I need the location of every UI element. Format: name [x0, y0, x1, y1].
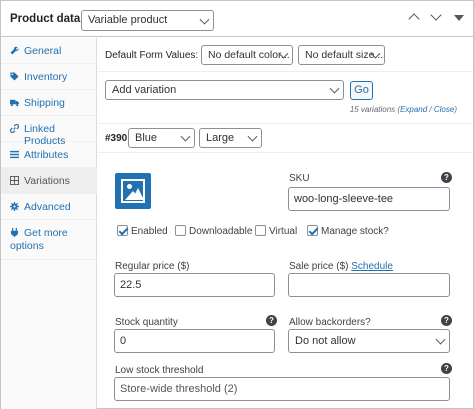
tab-linked-products[interactable]: Linked Products	[1, 116, 97, 147]
default-color-value: No default color...	[208, 49, 290, 61]
tab-variations[interactable]: Variations	[1, 168, 97, 194]
low-stock-help-icon[interactable]: ?	[441, 363, 452, 374]
default-size-select[interactable]: No default size...	[298, 45, 385, 65]
variation-header[interactable]: #390 Blue Large	[98, 123, 473, 153]
chevron-down-icon	[180, 131, 191, 142]
variation-size-select[interactable]: Large	[199, 128, 262, 148]
grid-icon	[10, 176, 19, 185]
low-stock-threshold-input[interactable]: Store-wide threshold (2)	[114, 377, 450, 401]
sku-value: woo-long-sleeve-tee	[294, 193, 394, 205]
tab-general[interactable]: General	[1, 38, 97, 64]
stock-quantity-input[interactable]: 0	[114, 329, 275, 353]
gear-icon	[10, 202, 19, 211]
chevron-down-icon	[329, 83, 340, 94]
expand-link[interactable]: Expand	[400, 105, 427, 114]
variation-size-value: Large	[206, 132, 235, 144]
image-mountain-shape-2	[132, 188, 144, 200]
tab-advanced[interactable]: Advanced	[1, 194, 97, 220]
enabled-label: Enabled	[131, 226, 168, 237]
allow-backorders-select[interactable]: Do not allow	[288, 329, 450, 353]
image-icon	[121, 179, 145, 203]
panel-header: Product data — Variable product	[1, 1, 473, 37]
regular-price-input[interactable]: 22.5	[114, 273, 275, 297]
sale-price-label: Sale price ($) Schedule	[289, 261, 393, 272]
product-data-tabs: General Inventory Shipping Linked Produc…	[1, 38, 97, 409]
schedule-link[interactable]: Schedule	[351, 261, 393, 272]
allow-backorders-label: Allow backorders?	[289, 317, 371, 328]
stock-quantity-help-icon[interactable]: ?	[266, 315, 277, 326]
tab-inventory-label: Inventory	[24, 71, 68, 83]
default-form-values-label: Default Form Values:	[105, 50, 199, 61]
variation-image-placeholder[interactable]	[115, 173, 151, 209]
virtual-label: Virtual	[269, 226, 298, 237]
low-stock-threshold-label: Low stock threshold	[115, 365, 204, 376]
virtual-checkbox[interactable]	[255, 225, 266, 236]
tab-variations-label: Variations	[24, 175, 70, 187]
backorders-help-icon[interactable]: ?	[441, 315, 452, 326]
product-type-value: Variable product	[88, 14, 168, 26]
sku-help-icon[interactable]: ?	[441, 172, 452, 183]
wrench-icon	[10, 46, 19, 55]
truck-icon	[10, 99, 19, 107]
variation-color-select[interactable]: Blue	[128, 128, 195, 148]
link-icon	[10, 124, 19, 133]
chevron-down-icon	[430, 9, 442, 21]
tab-general-label: General	[24, 45, 62, 57]
add-variation-value: Add variation	[112, 84, 177, 96]
enabled-checkbox[interactable]	[117, 225, 128, 236]
manage-stock-checkbox[interactable]	[307, 225, 318, 236]
tab-get-more-options[interactable]: Get more options	[1, 220, 97, 260]
chevron-down-icon	[435, 334, 446, 345]
stock-quantity-label: Stock quantity	[115, 317, 178, 328]
tab-shipping-label: Shipping	[24, 97, 65, 109]
variations-count: 15 variations (Expand / Close)	[349, 105, 457, 114]
sku-label: SKU	[289, 173, 310, 184]
tab-attributes-label: Attributes	[24, 149, 69, 161]
chevron-up-icon	[408, 13, 420, 25]
manage-stock-label: Manage stock?	[321, 226, 389, 237]
tab-inventory[interactable]: Inventory	[1, 64, 97, 90]
caret-down-icon	[454, 15, 464, 21]
stock-quantity-value: 0	[120, 335, 127, 347]
tag-icon	[10, 72, 19, 81]
product-type-select[interactable]: Variable product	[81, 10, 214, 31]
tab-advanced-label: Advanced	[24, 201, 71, 213]
variation-id: #390	[105, 133, 128, 144]
sale-price-label-text: Sale price ($)	[289, 261, 349, 272]
tab-get-more-options-label: Get more options	[10, 227, 68, 252]
count-separator: /	[427, 105, 434, 114]
list-icon	[10, 150, 19, 159]
close-link[interactable]: Close	[434, 105, 454, 114]
allow-backorders-value: Do not allow	[295, 335, 356, 347]
add-variation-select[interactable]: Add variation	[105, 80, 344, 100]
product-data-panel: Product data — Variable product General …	[0, 0, 474, 409]
chevron-down-icon	[199, 14, 210, 25]
downloadable-checkbox[interactable]	[175, 225, 186, 236]
chevron-down-icon	[247, 131, 258, 142]
variations-count-text: 15 variations	[349, 105, 396, 114]
regular-price-label: Regular price ($)	[115, 261, 190, 272]
variation-color-value: Blue	[135, 132, 158, 144]
go-button[interactable]: Go	[350, 81, 373, 100]
tab-shipping[interactable]: Shipping	[1, 90, 97, 116]
low-stock-threshold-placeholder: Store-wide threshold (2)	[120, 383, 238, 395]
sale-price-input[interactable]	[288, 273, 450, 297]
downloadable-label: Downloadable	[189, 226, 253, 237]
default-color-select[interactable]: No default color...	[201, 45, 293, 65]
sku-input[interactable]: woo-long-sleeve-tee	[288, 187, 450, 211]
regular-price-value: 22.5	[120, 279, 142, 291]
tab-attributes[interactable]: Attributes	[1, 142, 97, 168]
default-form-values-row: Default Form Values: No default color...…	[98, 38, 473, 72]
